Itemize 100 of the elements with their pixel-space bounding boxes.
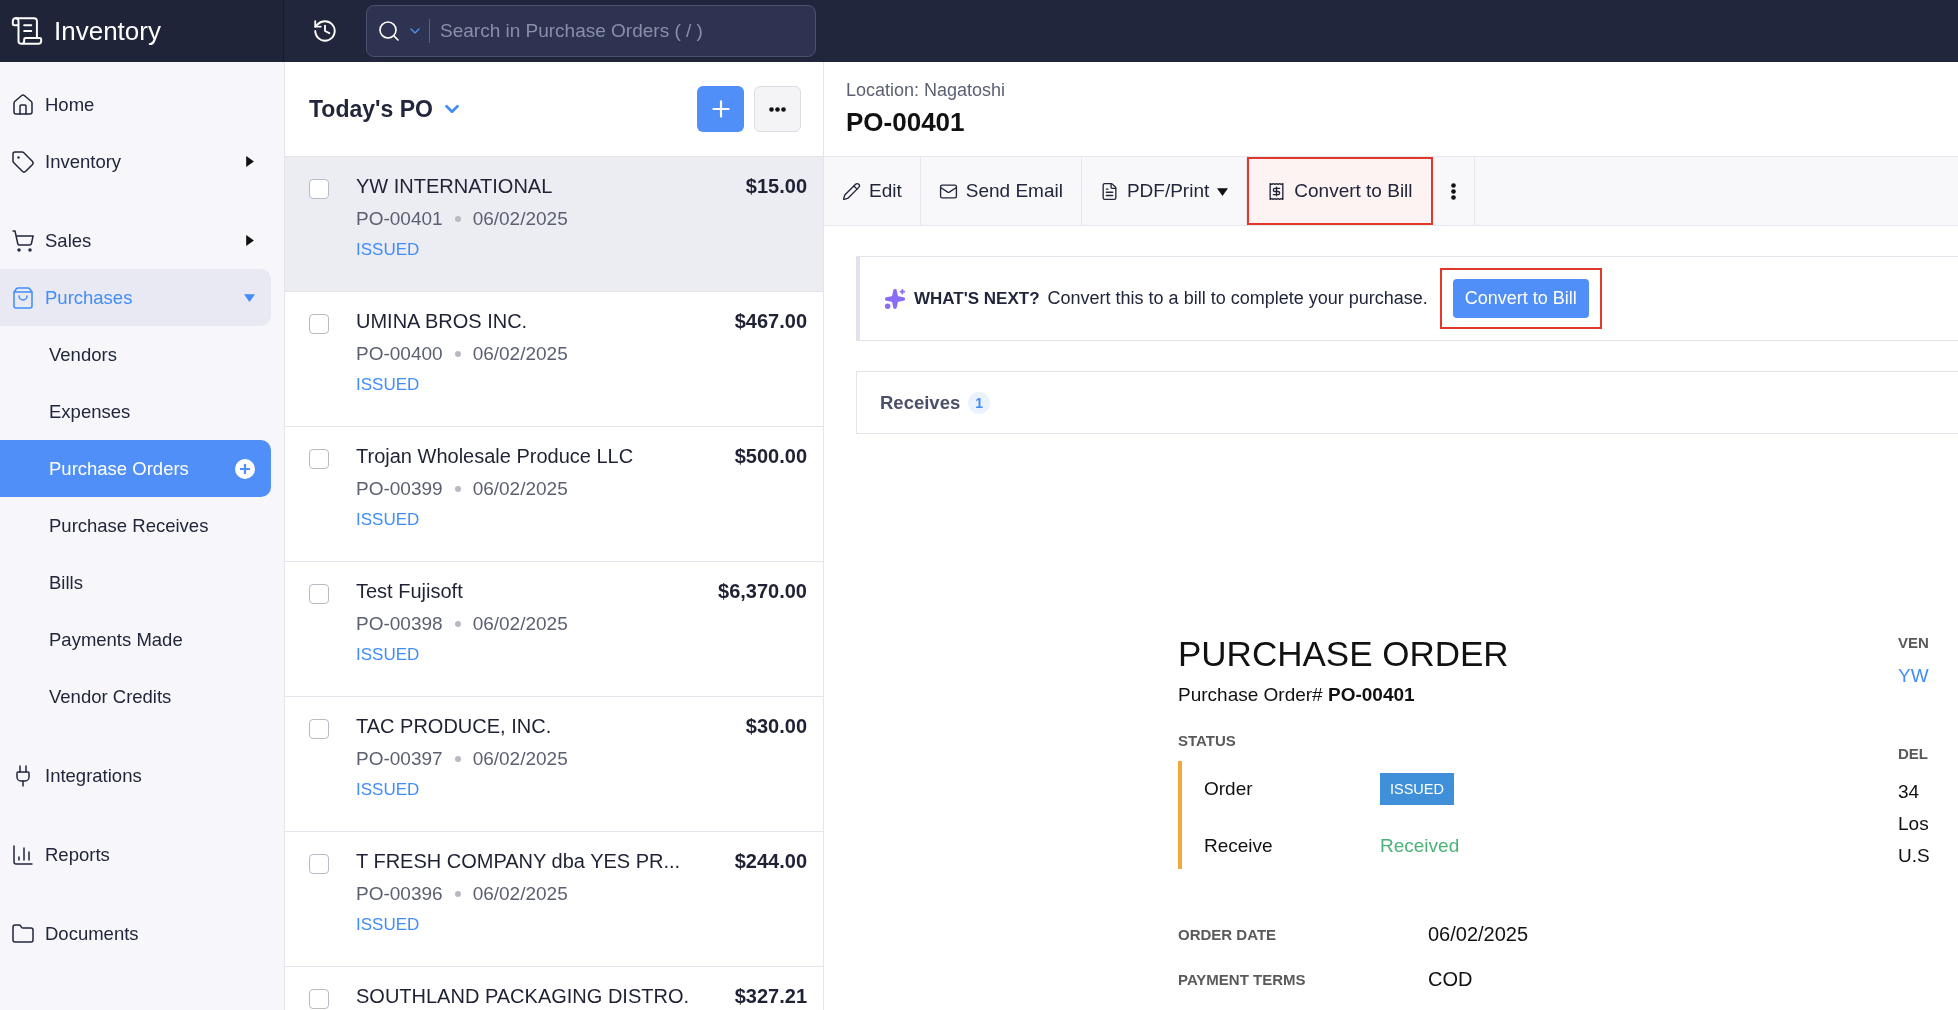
- order-amount: $327.21: [734, 985, 807, 1009]
- row-checkbox[interactable]: [309, 584, 329, 604]
- order-number: PO-00397: [356, 748, 443, 770]
- delivery-label: DEL: [1898, 745, 1929, 762]
- vendor-name: TAC PRODUCE, INC.: [356, 715, 553, 738]
- separator-dot: [454, 891, 461, 897]
- toolbar-button[interactable]: Edit: [824, 157, 921, 225]
- vendor-name: Trojan Wholesale Produce LLC: [356, 445, 635, 468]
- order-number: PO-00398: [356, 613, 443, 635]
- sidebar-item[interactable]: Bills: [0, 554, 271, 611]
- order-number: PO-00396: [356, 883, 443, 905]
- banner-text: Convert this to a bill to complete your purchase.: [1047, 288, 1428, 309]
- row-checkbox[interactable]: [309, 989, 329, 1009]
- document-title: PURCHASE ORDER: [1178, 634, 1510, 674]
- sidebar-item[interactable]: Home: [0, 76, 271, 133]
- sidebar-item[interactable]: Expenses: [0, 383, 271, 440]
- order-row[interactable]: YW INTERNATIONAL PO-00401 06/02/2025 ISSUED $15.00: [285, 157, 823, 292]
- status-badge: ISSUED: [1380, 773, 1454, 805]
- status-value: Received: [1380, 835, 1461, 857]
- history-icon[interactable]: [312, 18, 338, 44]
- caret-icon: [1217, 185, 1229, 197]
- sidebar-item[interactable]: Payments Made: [0, 611, 271, 668]
- order-amount: $30.00: [745, 715, 807, 739]
- row-checkbox[interactable]: [309, 854, 329, 874]
- address-line: 34: [1898, 780, 1921, 804]
- sidebar-item[interactable]: Vendors: [0, 326, 271, 383]
- view-selector[interactable]: Today's PO: [309, 95, 463, 123]
- field-label: PAYMENT TERMS: [1178, 971, 1307, 988]
- separator-dot: [454, 216, 461, 222]
- row-checkbox[interactable]: [309, 449, 329, 469]
- sidebar-item[interactable]: Sales: [0, 212, 271, 269]
- sidebar-item[interactable]: Purchase Receives: [0, 497, 271, 554]
- field-label: ORDER DATE: [1178, 926, 1278, 943]
- vendor-name: UMINA BROS INC.: [356, 310, 529, 333]
- order-amount: $15.00: [745, 175, 807, 199]
- order-status: ISSUED: [356, 375, 421, 395]
- field-value: 06/02/2025: [1428, 923, 1530, 946]
- sidebar-item[interactable]: Vendor Credits: [0, 668, 271, 725]
- document-icon: [1099, 181, 1119, 201]
- order-number: PO-00399: [356, 478, 443, 500]
- order-status: ISSUED: [356, 645, 421, 665]
- vendor-label: VEN: [1898, 634, 1930, 651]
- sidebar-item[interactable]: Documents: [0, 905, 271, 962]
- order-amount: $500.00: [734, 445, 807, 469]
- order-number: PO-00401: [356, 208, 443, 230]
- toolbar-button[interactable]: Send Email: [920, 157, 1082, 225]
- order-date: 06/02/2025: [472, 208, 568, 230]
- row-checkbox[interactable]: [309, 179, 329, 199]
- more-button[interactable]: [754, 86, 801, 132]
- order-date: 06/02/2025: [472, 883, 568, 905]
- order-date: 06/02/2025: [472, 343, 568, 365]
- add-icon[interactable]: [235, 458, 255, 479]
- home-icon: [11, 92, 35, 117]
- folder-icon: [11, 921, 35, 946]
- order-amount: $244.00: [734, 850, 807, 874]
- row-checkbox[interactable]: [309, 719, 329, 739]
- order-date: 06/02/2025: [472, 613, 568, 635]
- pencil-icon: [842, 181, 861, 201]
- receipt-icon: [1267, 181, 1287, 201]
- order-status: ISSUED: [356, 780, 421, 800]
- field-value: COD: [1428, 968, 1474, 991]
- receives-label: Receives: [880, 391, 961, 414]
- vendor-name: T FRESH COMPANY dba YES PR...: [356, 850, 682, 873]
- count-badge: 1: [968, 391, 991, 414]
- sidebar-item[interactable]: Integrations: [0, 747, 271, 804]
- sidebar-item[interactable]: Reports: [0, 826, 271, 883]
- sidebar-item[interactable]: Inventory: [0, 133, 271, 190]
- tag-icon: [11, 149, 35, 174]
- cart-icon: [11, 228, 35, 253]
- scroll-icon: [10, 14, 44, 48]
- search-field[interactable]: Search in Purchase Orders ( / ): [429, 19, 805, 43]
- order-amount: $467.00: [734, 310, 807, 334]
- bar-chart-icon: [11, 842, 35, 867]
- receives-tab[interactable]: Receives 1: [856, 371, 1958, 434]
- address-line: U.S: [1898, 844, 1931, 868]
- vendor-name: SOUTHLAND PACKAGING DISTRO.: [356, 985, 690, 1008]
- more-icon: [769, 106, 786, 112]
- more-icon: [1450, 182, 1456, 200]
- sparkle-icon: [884, 287, 906, 310]
- bag-icon: [11, 285, 35, 310]
- order-date: 06/02/2025: [472, 478, 568, 500]
- toolbar-button[interactable]: Convert to Bill: [1247, 157, 1433, 225]
- order-amount: $6,370.00: [718, 580, 807, 604]
- vendor-name: YW INTERNATIONAL: [356, 175, 554, 198]
- new-button[interactable]: [697, 86, 744, 132]
- order-status: ISSUED: [356, 240, 421, 260]
- separator-dot: [454, 621, 461, 627]
- row-checkbox[interactable]: [309, 314, 329, 334]
- document-number: Purchase Order# PO-00401: [1178, 684, 1416, 706]
- order-number: PO-00400: [356, 343, 443, 365]
- address-line: Los: [1898, 812, 1930, 836]
- order-number-title: PO-00401: [846, 107, 966, 138]
- search-icon: [377, 19, 401, 43]
- search-box[interactable]: Search in Purchase Orders ( / ): [366, 5, 816, 57]
- status-label: Receive: [1204, 835, 1274, 857]
- separator-dot: [454, 351, 461, 357]
- app-name: Inventory: [54, 15, 161, 47]
- status-label: Order: [1204, 778, 1254, 800]
- separator-dot: [454, 486, 461, 492]
- status-heading: STATUS: [1178, 732, 1237, 749]
